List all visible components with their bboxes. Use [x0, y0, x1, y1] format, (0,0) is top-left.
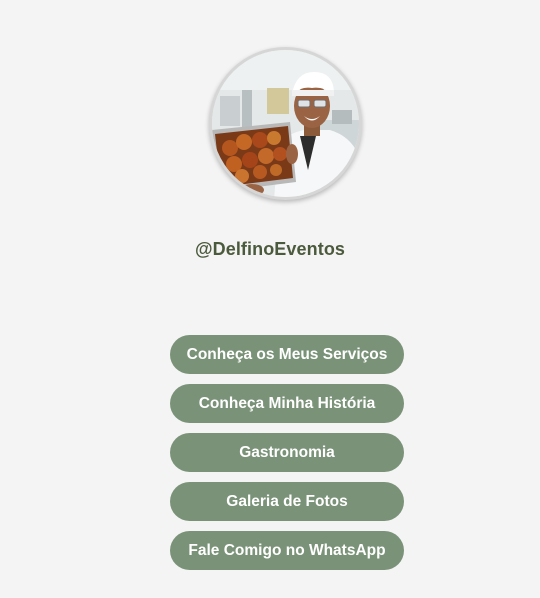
profile-photo — [212, 50, 359, 197]
link-button-gastronomy[interactable]: Gastronomia — [170, 433, 404, 472]
profile-photo-illustration — [212, 50, 359, 197]
avatar — [209, 47, 362, 200]
link-button-history[interactable]: Conheça Minha História — [170, 384, 404, 423]
link-list: Conheça os Meus Serviços Conheça Minha H… — [170, 335, 404, 570]
link-in-bio-page: @DelfinoEventos Conheça os Meus Serviços… — [0, 0, 540, 598]
link-button-whatsapp[interactable]: Fale Comigo no WhatsApp — [170, 531, 404, 570]
profile-handle: @DelfinoEventos — [194, 239, 346, 259]
link-button-services[interactable]: Conheça os Meus Serviços — [170, 335, 404, 374]
link-button-photo-gallery[interactable]: Galeria de Fotos — [170, 482, 404, 521]
